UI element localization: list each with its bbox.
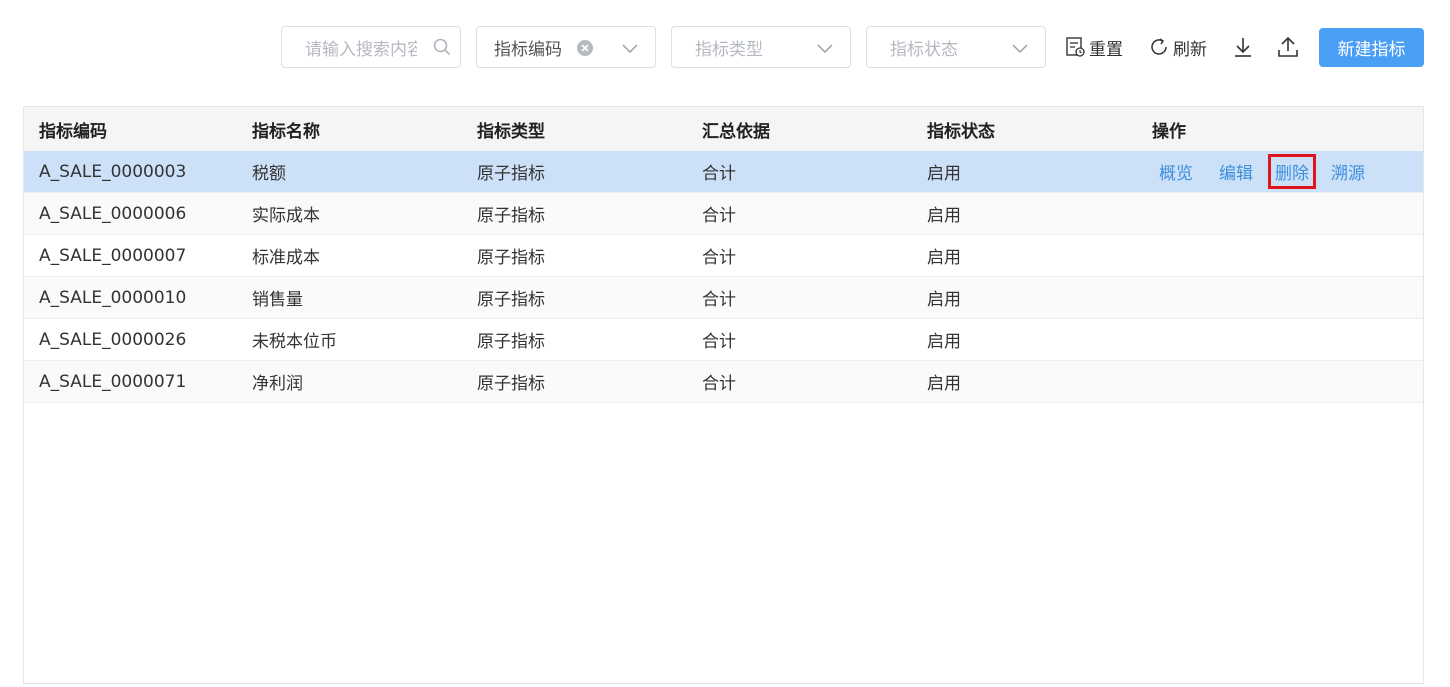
clear-icon[interactable] — [576, 39, 594, 57]
search-input[interactable]: 请输入搜索内容 — [281, 26, 461, 68]
table-row[interactable]: A_SALE_0000026 未税本位币 原子指标 合计 启用 — [24, 319, 1423, 361]
refresh-button[interactable]: 刷新 — [1148, 26, 1207, 68]
cell-name: 实际成本 — [252, 206, 320, 226]
cell-status: 启用 — [927, 332, 961, 352]
cell-basis: 合计 — [702, 290, 736, 310]
header-basis: 汇总依据 — [702, 121, 770, 142]
header-actions: 操作 — [1152, 121, 1186, 142]
search-icon[interactable] — [432, 37, 452, 57]
delete-link[interactable]: 删除 — [1268, 154, 1316, 189]
table-row[interactable]: A_SALE_0000006 实际成本 原子指标 合计 启用 — [24, 193, 1423, 235]
toolbar: 请输入搜索内容 指标编码 指标类型 指标状态 重置 刷新 新建指标 — [0, 26, 1450, 68]
cell-code: A_SALE_0000026 — [39, 329, 187, 350]
cell-code: A_SALE_0000003 — [39, 161, 187, 182]
cell-type: 原子指标 — [477, 164, 545, 184]
table-header: 指标编码 指标名称 指标类型 汇总依据 指标状态 操作 — [24, 107, 1423, 151]
filter-code-value: 指标编码 — [494, 39, 562, 60]
trace-link[interactable]: 溯源 — [1327, 157, 1369, 186]
filter-status-placeholder: 指标状态 — [890, 39, 958, 60]
cell-code: A_SALE_0000071 — [39, 371, 187, 392]
reset-icon — [1066, 37, 1085, 57]
cell-basis: 合计 — [702, 206, 736, 226]
cell-name: 税额 — [252, 164, 286, 184]
table-row[interactable]: A_SALE_0000003 税额 原子指标 合计 启用 概览 编辑 删除 溯源 — [24, 151, 1423, 193]
cell-code: A_SALE_0000010 — [39, 287, 187, 308]
cell-type: 原子指标 — [477, 248, 545, 268]
refresh-icon — [1151, 38, 1167, 55]
chevron-down-icon — [622, 44, 638, 54]
cell-code: A_SALE_0000007 — [39, 245, 187, 266]
cell-status: 启用 — [927, 290, 961, 310]
reset-button[interactable]: 重置 — [1064, 26, 1123, 68]
overview-link[interactable]: 概览 — [1155, 157, 1197, 186]
edit-link[interactable]: 编辑 — [1215, 157, 1257, 186]
metrics-table: 指标编码 指标名称 指标类型 汇总依据 指标状态 操作 A_SALE_00000… — [23, 106, 1424, 684]
cell-basis: 合计 — [702, 248, 736, 268]
cell-name: 未税本位币 — [252, 332, 337, 352]
cell-name: 标准成本 — [252, 248, 320, 268]
header-code: 指标编码 — [39, 121, 107, 142]
upload-icon — [1278, 36, 1298, 57]
cell-code: A_SALE_0000006 — [39, 203, 187, 224]
cell-status: 启用 — [927, 164, 961, 184]
reset-label: 重置 — [1089, 39, 1123, 60]
cell-actions: 概览 编辑 删除 溯源 — [1152, 154, 1402, 189]
filter-code-select[interactable]: 指标编码 — [476, 26, 656, 68]
refresh-label: 刷新 — [1173, 39, 1207, 60]
header-name: 指标名称 — [252, 121, 320, 142]
download-icon — [1235, 38, 1251, 57]
header-status: 指标状态 — [927, 121, 995, 142]
search-placeholder: 请输入搜索内容 — [305, 39, 417, 60]
download-button[interactable] — [1232, 26, 1257, 68]
table-row[interactable]: A_SALE_0000071 净利润 原子指标 合计 启用 — [24, 361, 1423, 403]
filter-status-select[interactable]: 指标状态 — [866, 26, 1046, 68]
chevron-down-icon — [1012, 44, 1028, 54]
header-type: 指标类型 — [477, 121, 545, 142]
filter-type-placeholder: 指标类型 — [695, 39, 763, 60]
cell-basis: 合计 — [702, 374, 736, 394]
cell-status: 启用 — [927, 206, 961, 226]
cell-type: 原子指标 — [477, 374, 545, 394]
table-row[interactable]: A_SALE_0000010 销售量 原子指标 合计 启用 — [24, 277, 1423, 319]
cell-name: 净利润 — [252, 374, 303, 394]
upload-button[interactable] — [1276, 26, 1303, 68]
cell-type: 原子指标 — [477, 290, 545, 310]
cell-basis: 合计 — [702, 164, 736, 184]
cell-status: 启用 — [927, 374, 961, 394]
cell-name: 销售量 — [252, 290, 303, 310]
new-metric-button[interactable]: 新建指标 — [1319, 28, 1424, 67]
chevron-down-icon — [817, 44, 833, 54]
filter-type-select[interactable]: 指标类型 — [671, 26, 851, 68]
cell-type: 原子指标 — [477, 206, 545, 226]
table-row[interactable]: A_SALE_0000007 标准成本 原子指标 合计 启用 — [24, 235, 1423, 277]
cell-type: 原子指标 — [477, 332, 545, 352]
cell-status: 启用 — [927, 248, 961, 268]
cell-basis: 合计 — [702, 332, 736, 352]
